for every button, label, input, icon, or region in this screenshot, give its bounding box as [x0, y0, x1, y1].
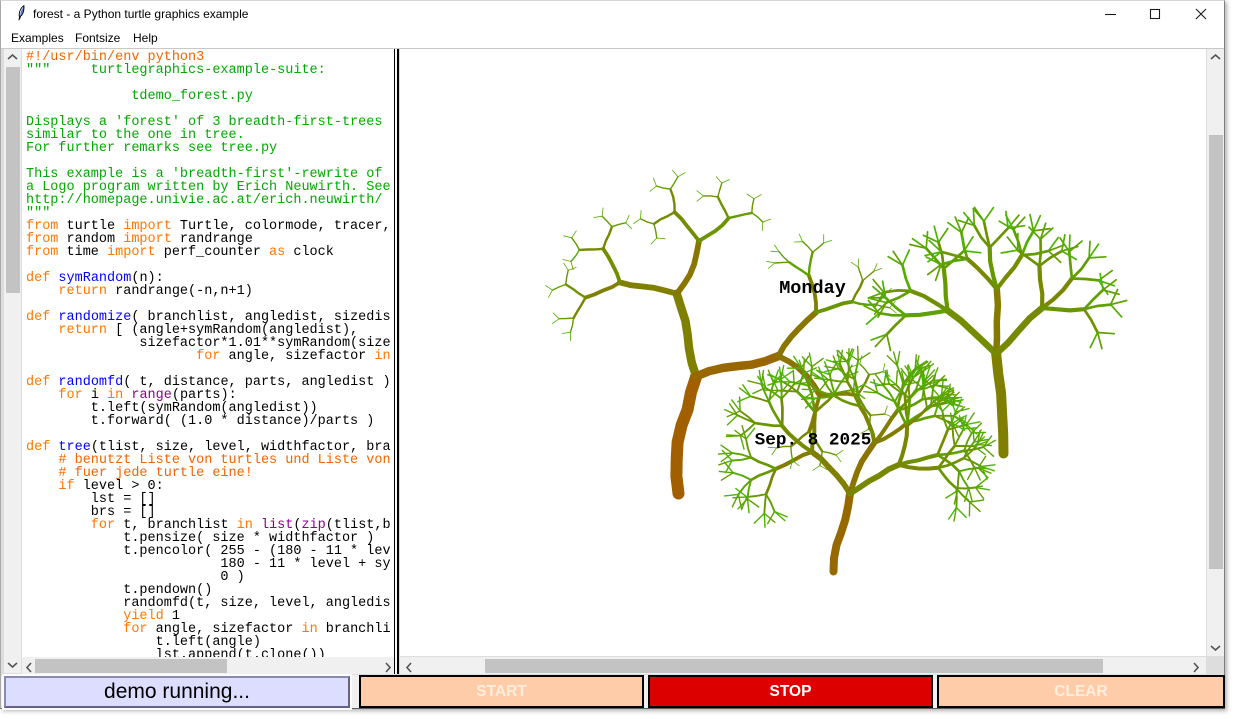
svg-text:Monday: Monday [779, 278, 846, 299]
svg-text:Sep. 8 2025: Sep. 8 2025 [755, 431, 872, 451]
